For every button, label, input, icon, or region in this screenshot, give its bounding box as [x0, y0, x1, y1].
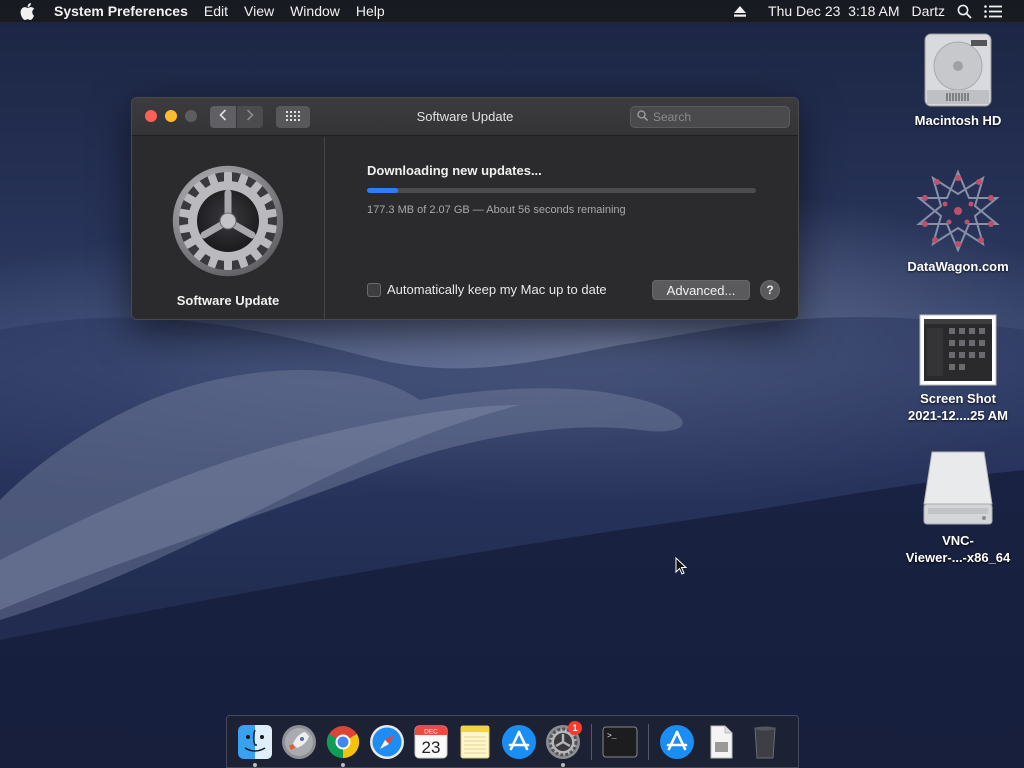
calendar-month: DEC	[424, 728, 438, 735]
launchpad-rocket-icon	[282, 724, 316, 759]
notification-center-icon[interactable]	[984, 4, 1002, 18]
dock-app-store[interactable]	[497, 720, 541, 764]
dock-launchpad[interactable]	[277, 720, 321, 764]
mouse-cursor-icon	[675, 557, 687, 575]
terminal-icon: >_	[602, 726, 638, 757]
dock-finder[interactable]	[233, 720, 277, 767]
window-titlebar[interactable]: Software Update	[132, 98, 798, 136]
app-store-download-icon	[660, 724, 694, 759]
auto-update-checkbox[interactable]	[367, 282, 381, 297]
calendar-icon: DEC 23	[414, 725, 448, 758]
hard-drive-icon	[924, 33, 992, 107]
notification-badge: 1	[568, 720, 582, 735]
desktop-icon-label: DataWagon.com	[907, 259, 1009, 274]
spotlight-search-icon[interactable]	[957, 4, 972, 19]
desktop-icon-label: Macintosh HD	[914, 113, 1002, 128]
software-update-window: Software Update Search Software Update D…	[131, 97, 799, 320]
safari-compass-icon	[370, 724, 404, 759]
software-update-gear-icon	[170, 163, 286, 279]
calendar-day: 23	[422, 738, 441, 757]
search-icon	[637, 108, 648, 126]
desktop-icon-datawagon[interactable]: DataWagon.com	[903, 168, 1013, 275]
menu-user[interactable]: Dartz	[912, 3, 945, 19]
download-progress-fill	[367, 188, 399, 193]
dock-documents[interactable]	[699, 720, 743, 764]
download-status-title: Downloading new updates...	[367, 163, 542, 178]
screenshot-thumbnail-icon	[919, 314, 997, 386]
menu-app-name[interactable]: System Preferences	[54, 0, 196, 22]
dock-terminal[interactable]: >_	[598, 720, 642, 764]
dock-notes[interactable]	[453, 720, 497, 764]
update-status-pane: Downloading new updates... 177.3 MB of 2…	[326, 137, 798, 319]
auto-update-row[interactable]: Automatically keep my Mac up to date	[367, 282, 607, 297]
menu-bar: System Preferences Edit View Window Help…	[0, 0, 1024, 22]
search-input[interactable]	[653, 110, 773, 124]
menu-window[interactable]: Window	[282, 0, 348, 22]
auto-update-label[interactable]: Automatically keep my Mac up to date	[387, 282, 607, 297]
download-progress-text: 177.3 MB of 2.07 GB — About 56 seconds r…	[367, 204, 626, 216]
running-indicator	[253, 762, 257, 767]
terminal-prompt: >_	[607, 732, 617, 741]
pane-sidebar: Software Update	[132, 137, 325, 319]
menu-clock[interactable]: Thu Dec 23 3:18 AM	[768, 3, 900, 19]
dock-calendar[interactable]: DEC 23	[409, 720, 453, 764]
chrome-icon	[326, 725, 360, 758]
dock-separator	[648, 723, 649, 760]
apple-menu-icon[interactable]	[0, 2, 54, 20]
menu-edit[interactable]: Edit	[196, 0, 236, 22]
pane-label: Software Update	[176, 293, 280, 308]
search-field[interactable]	[630, 106, 790, 128]
datawagon-logo-icon	[916, 169, 1000, 253]
dock-safari[interactable]	[365, 720, 409, 764]
document-stack-icon	[710, 725, 733, 758]
desktop-icon-label: Screen Shot 2021-12....25 AM	[908, 391, 1008, 423]
dock: DEC 23 1 >_	[226, 715, 799, 768]
dock-app-store-downloads[interactable]	[655, 720, 699, 764]
trash-icon	[754, 726, 776, 758]
app-store-icon	[502, 724, 536, 759]
finder-icon	[238, 724, 272, 759]
desktop-icon-macintosh-hd[interactable]: Macintosh HD	[903, 32, 1013, 129]
download-progress-bar	[367, 188, 756, 193]
running-indicator	[341, 762, 345, 767]
notes-icon	[460, 725, 490, 758]
dock-separator	[591, 723, 592, 760]
menu-view[interactable]: View	[236, 0, 282, 22]
desktop-icon-label: VNC- Viewer-...-x86_64	[905, 533, 1011, 565]
help-button[interactable]: ?	[760, 280, 780, 300]
menu-help[interactable]: Help	[348, 0, 393, 22]
desktop-icon-vnc-viewer[interactable]: VNC- Viewer-...-x86_64	[903, 448, 1013, 566]
dock-system-preferences[interactable]: 1	[541, 720, 585, 767]
dock-chrome[interactable]	[321, 720, 365, 767]
advanced-button[interactable]: Advanced...	[652, 280, 750, 300]
disk-image-icon	[923, 451, 993, 525]
running-indicator	[561, 762, 565, 767]
dock-trash[interactable]	[743, 720, 787, 764]
desktop-icon-screenshot[interactable]: Screen Shot 2021-12....25 AM	[903, 314, 1013, 424]
eject-icon[interactable]	[734, 5, 747, 17]
